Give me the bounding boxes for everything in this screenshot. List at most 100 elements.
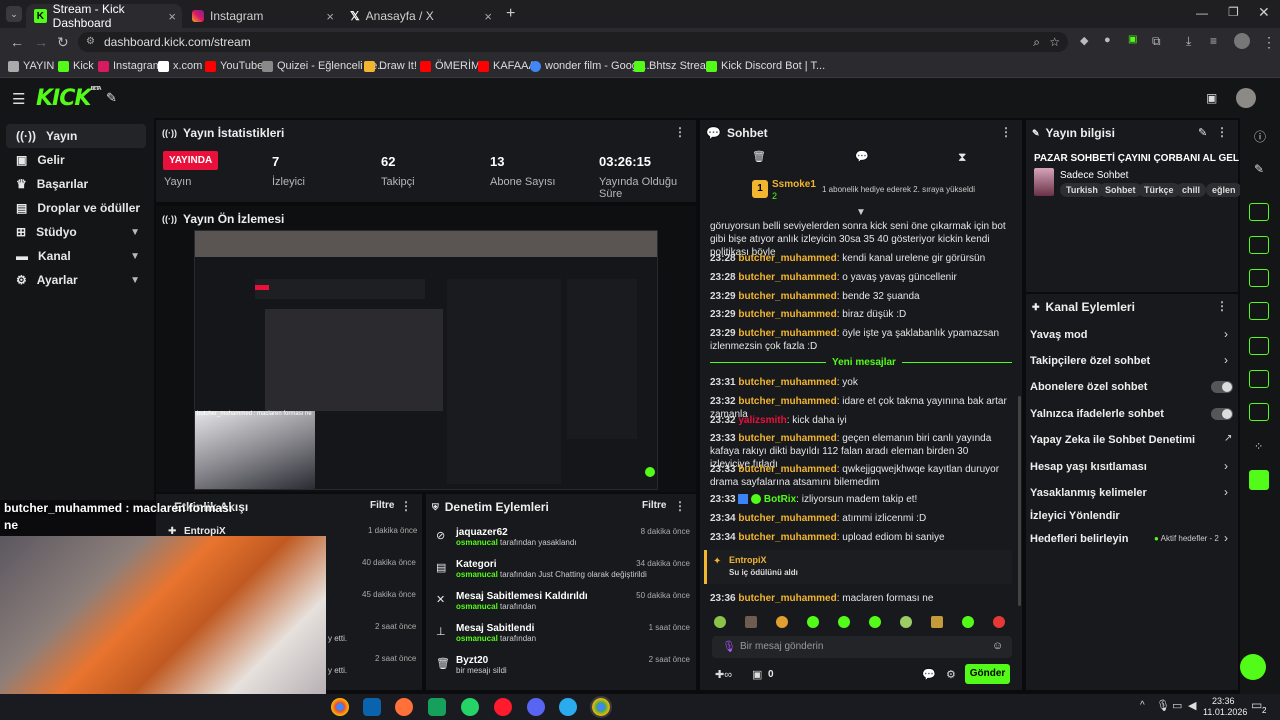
extension-icon[interactable]: ◆	[1080, 34, 1088, 47]
msg-user[interactable]: butcher_muhammed	[738, 309, 836, 320]
hourglass-icon[interactable]: ⧗	[958, 150, 966, 165]
mic-icon[interactable]: 🎙	[722, 640, 736, 653]
chat-scrollbar[interactable]	[1018, 396, 1021, 606]
maximize-button[interactable]: ❐	[1228, 5, 1239, 19]
sidebar-item-kanal[interactable]: ▬ Kanal ▼	[6, 244, 146, 268]
tray-chevron-icon[interactable]: ^	[1140, 700, 1145, 711]
close-icon[interactable]: ×	[484, 9, 492, 24]
tool-button-icon[interactable]	[1249, 370, 1269, 388]
msg-user[interactable]: BotRix	[764, 494, 796, 505]
bookmark-item[interactable]: KAFAAA	[478, 60, 536, 72]
chevron-down-icon[interactable]: ▼	[130, 275, 140, 286]
edit-icon[interactable]: ✎	[1198, 126, 1207, 139]
external-link-icon[interactable]: ↗	[1224, 433, 1232, 444]
bookmark-item[interactable]: Kick Discord Bot | T...	[706, 60, 825, 72]
msg-user[interactable]: butcher_muhammed	[738, 464, 836, 475]
emote-icon[interactable]	[993, 616, 1005, 628]
bookmark-item[interactable]: YAYIN	[8, 60, 54, 72]
kick-logo[interactable]: KICKBETA	[36, 86, 102, 111]
sidebar-item-studyo[interactable]: ⊞ Stüdyo ▼	[6, 220, 146, 244]
msg-user[interactable]: butcher_muhammed	[738, 291, 836, 302]
apps-icon[interactable]: ⁘	[1254, 440, 1263, 453]
more-options-icon[interactable]: ⋮	[1216, 125, 1228, 139]
download-icon[interactable]: ⤓	[1186, 34, 1191, 49]
hamburger-menu-icon[interactable]: ☰	[12, 90, 25, 108]
pinned-gift-leaderboard[interactable]: 1 Ssmoke1 2 1 abonelik hediye ederek 2. …	[752, 179, 982, 204]
gear-icon[interactable]: ⚙	[946, 668, 956, 681]
bookmark-item[interactable]: Kick	[58, 60, 94, 72]
notification-icon[interactable]: ▭	[1251, 698, 1262, 712]
firefox-taskbar-icon[interactable]	[395, 698, 413, 716]
tool-button-icon[interactable]	[1249, 403, 1269, 421]
chevron-down-icon[interactable]: ▼	[130, 251, 140, 262]
more-options-icon[interactable]: ⋮	[674, 499, 686, 513]
channel-action-raid[interactable]: İzleyici Yönlendir	[1030, 510, 1234, 522]
category-name[interactable]: Sadece Sohbet	[1060, 170, 1128, 181]
extensions-puzzle-icon[interactable]: ⧉	[1152, 34, 1161, 49]
msg-user[interactable]: butcher_muhammed	[738, 377, 836, 388]
pencil-icon[interactable]: ✎	[1254, 162, 1264, 176]
bookmark-item[interactable]: Instagram	[98, 60, 162, 72]
tool-button-icon[interactable]	[1249, 236, 1269, 254]
sidebar-item-yayin[interactable]: ((·)) Yayın	[6, 124, 146, 148]
category-thumbnail[interactable]	[1034, 168, 1054, 196]
users-icon[interactable]: ✚∞	[715, 668, 732, 681]
channel-action-ai-moderation[interactable]: Yapay Zeka ile Sohbet Denetimi	[1030, 434, 1234, 446]
extension-icon[interactable]: ▣	[1128, 34, 1137, 45]
stream-tag[interactable]: Turkish	[1060, 183, 1104, 197]
msg-user[interactable]: yalizsmith	[738, 415, 786, 426]
channel-action-emotes-only[interactable]: Yalnızca ifadelerle sohbet	[1030, 408, 1234, 420]
msg-user[interactable]: butcher_muhammed	[738, 593, 836, 604]
bookmark-star-icon[interactable]: ☆	[1049, 32, 1060, 52]
msg-user[interactable]: butcher_muhammed	[738, 328, 836, 339]
emote-icon[interactable]	[962, 616, 974, 628]
msg-user[interactable]: butcher_muhammed	[738, 433, 836, 444]
clock-date[interactable]: 11.01.2026	[1203, 707, 1247, 717]
bookmark-item[interactable]: Draw It!	[364, 60, 417, 72]
sidebar-item-basarilar[interactable]: ♛ Başarılar	[6, 172, 146, 196]
back-icon[interactable]: ←	[10, 34, 24, 50]
more-options-icon[interactable]: ⋮	[400, 499, 412, 513]
bookmark-item[interactable]: ÖMERİM	[420, 60, 480, 72]
tool-button-icon[interactable]	[1249, 302, 1269, 320]
emote-icon[interactable]	[838, 616, 850, 628]
channel-action-followers-only[interactable]: Takipçilere özel sohbet	[1030, 355, 1234, 367]
tab-instagram[interactable]: Instagram ×	[184, 4, 340, 28]
channel-action-account-age[interactable]: Hesap yaşı kısıtlaması	[1030, 461, 1234, 473]
stream-tag[interactable]: Türkçe	[1138, 183, 1180, 197]
volume-tray-icon[interactable]: ◀	[1188, 699, 1196, 712]
reload-icon[interactable]: ↻	[57, 34, 69, 51]
whatsapp-taskbar-icon[interactable]	[461, 698, 479, 716]
tool-button-icon[interactable]	[1249, 203, 1269, 221]
emote-icon[interactable]	[869, 616, 881, 628]
msg-user[interactable]: butcher_muhammed	[738, 272, 836, 283]
help-chat-icon[interactable]	[1240, 654, 1266, 680]
zoom-icon[interactable]: ⌕	[1033, 32, 1040, 52]
mic-tray-icon[interactable]: 🎙	[1156, 699, 1170, 712]
chevron-right-icon[interactable]: ›	[1224, 531, 1228, 545]
send-button[interactable]: Gönder	[965, 664, 1010, 684]
chat-bubble-icon[interactable]: 💬	[922, 668, 936, 681]
bookmark-item[interactable]: Bhtsz Stream	[634, 60, 715, 72]
tab-kick-dashboard[interactable]: K Stream - Kick Dashboard ×	[26, 2, 182, 30]
bookmark-item[interactable]: x.com	[158, 60, 202, 72]
channel-action-slow-mode[interactable]: Yavaş mod	[1030, 329, 1234, 341]
collapse-icon[interactable]: ▼	[856, 207, 866, 218]
clock-time[interactable]: 23:36	[1212, 696, 1235, 706]
msg-user[interactable]: butcher_muhammed	[738, 396, 836, 407]
msg-user[interactable]: butcher_muhammed	[738, 253, 836, 264]
url-field[interactable]: ⚙ dashboard.kick.com/stream ⌕ ☆	[78, 32, 1068, 52]
chat-input[interactable]: 🎙 Bir mesaj gönderin ☺	[712, 636, 1012, 658]
stream-preview-video[interactable]: butcher_muhammed : maclaren forması ne	[194, 230, 658, 490]
trash-icon[interactable]: 🗑	[752, 150, 766, 163]
chat-bubble-icon[interactable]: 💬	[855, 150, 869, 163]
opera-taskbar-icon[interactable]	[494, 698, 512, 716]
emote-icon[interactable]	[900, 616, 912, 628]
msg-user[interactable]: butcher_muhammed	[738, 532, 836, 543]
channel-action-banned-words[interactable]: Yasaklanmış kelimeler	[1030, 487, 1234, 499]
reward-user[interactable]: EntropiX	[729, 555, 767, 565]
media-icon[interactable]: ≡	[1210, 34, 1217, 48]
chevron-right-icon[interactable]: ›	[1224, 353, 1228, 367]
emoji-icon[interactable]: ☺	[992, 640, 1003, 652]
stream-tag[interactable]: chill	[1176, 183, 1207, 197]
